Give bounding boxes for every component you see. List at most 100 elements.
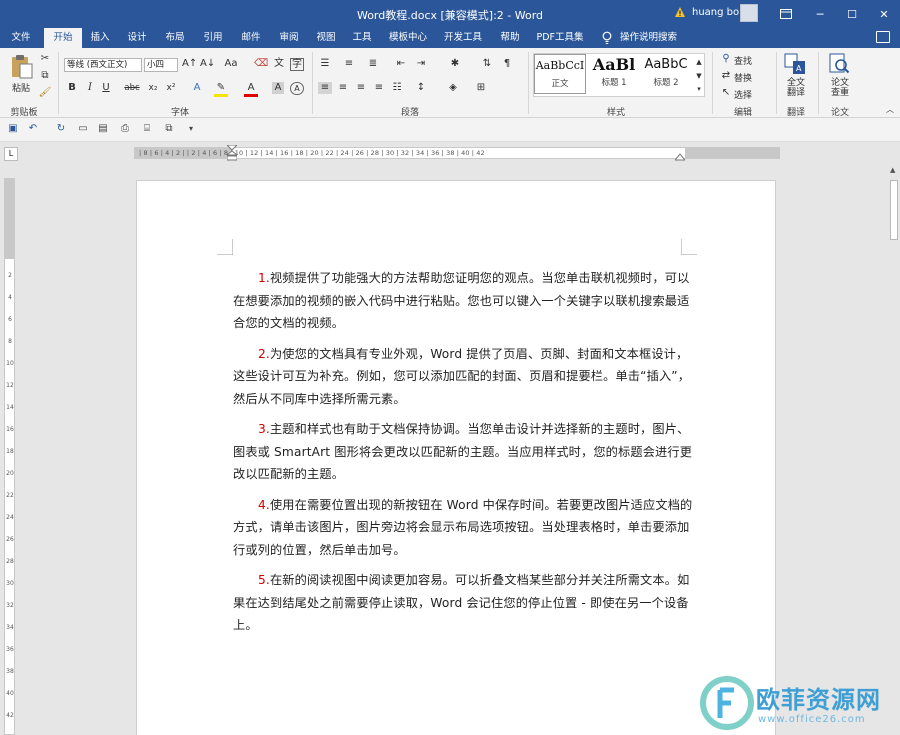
print-preview-icon[interactable]: ⎙ bbox=[118, 122, 132, 136]
multilevel-list-icon[interactable]: ≣ bbox=[366, 58, 380, 70]
strikethrough-button[interactable]: abc bbox=[122, 82, 142, 94]
increase-indent-icon[interactable]: ⇥ bbox=[414, 58, 428, 70]
translate-button[interactable]: 全文 翻译 bbox=[784, 78, 808, 98]
superscript-button[interactable]: x² bbox=[164, 82, 178, 94]
paragraph[interactable]: 5.在新的阅读视图中阅读更加容易。可以折叠文档某些部分并关注所需文本。如果在达到… bbox=[233, 569, 693, 637]
redo-icon[interactable]: ↻ bbox=[54, 122, 68, 136]
copy-icon[interactable]: ⧉ bbox=[38, 70, 52, 82]
tab-view[interactable]: 视图 bbox=[310, 28, 342, 48]
tab-file[interactable]: 文件 bbox=[4, 28, 38, 48]
tab-help[interactable]: 帮助 bbox=[494, 28, 526, 48]
italic-button[interactable]: I bbox=[84, 82, 96, 94]
ribbon-display-options-button[interactable] bbox=[772, 0, 800, 28]
font-color-button[interactable]: A bbox=[244, 82, 258, 97]
right-indent-marker-icon[interactable] bbox=[675, 153, 685, 161]
vertical-scrollbar[interactable]: ▲ bbox=[888, 164, 900, 735]
select-button[interactable]: 选择 bbox=[734, 88, 752, 101]
close-button[interactable]: ✕ bbox=[870, 0, 898, 28]
print-layout-icon[interactable]: ▤ bbox=[96, 122, 110, 136]
paragraph[interactable]: 4.使用在需要位置出现的新按钮在 Word 中保存时间。若要更改图片适应文档的方… bbox=[233, 494, 693, 562]
maximize-button[interactable]: ☐ bbox=[838, 0, 866, 28]
tab-insert[interactable]: 插入 bbox=[84, 28, 116, 48]
show-marks-icon[interactable]: ¶ bbox=[500, 58, 514, 70]
shading-icon[interactable]: ◈ bbox=[446, 82, 460, 94]
tab-mailings[interactable]: 邮件 bbox=[234, 28, 268, 48]
subscript-button[interactable]: x₂ bbox=[146, 82, 160, 94]
underline-button[interactable]: U bbox=[100, 82, 112, 94]
format-painter-icon[interactable]: 🖌 bbox=[38, 87, 52, 99]
tab-tools[interactable]: 工具 bbox=[346, 28, 378, 48]
tab-design[interactable]: 设计 bbox=[120, 28, 154, 48]
tab-pdf-tools[interactable]: PDF工具集 bbox=[532, 28, 588, 48]
email-icon[interactable]: ⧉ bbox=[162, 122, 176, 136]
user-name[interactable]: huang bo bbox=[692, 7, 739, 18]
cut-icon[interactable]: ✂ bbox=[38, 53, 52, 65]
paragraph[interactable]: 2.为使您的文档具有专业外观，Word 提供了页眉、页脚、封面和文本框设计，这些… bbox=[233, 343, 693, 411]
tab-selector[interactable]: L bbox=[4, 147, 18, 161]
align-left-icon[interactable]: ≡ bbox=[318, 82, 332, 94]
paste-button[interactable]: 粘贴 bbox=[12, 81, 30, 94]
collapse-ribbon-icon[interactable]: ︿ bbox=[884, 104, 896, 116]
bold-button[interactable]: B bbox=[66, 82, 78, 94]
quick-print-icon[interactable]: ⌸ bbox=[140, 122, 154, 136]
decrease-indent-icon[interactable]: ⇤ bbox=[394, 58, 408, 70]
document-body[interactable]: 1.视频提供了功能强大的方法帮助您证明您的观点。当您单击联机视频时，可以在想要添… bbox=[233, 267, 693, 645]
line-spacing-icon[interactable]: ↕ bbox=[414, 82, 428, 94]
align-right-icon[interactable]: ≡ bbox=[354, 82, 368, 94]
grow-font-button[interactable]: A↑ bbox=[182, 58, 197, 70]
font-size-select[interactable]: 小四 bbox=[144, 58, 178, 72]
sort-icon[interactable]: ⇅ bbox=[480, 58, 494, 70]
comments-button[interactable] bbox=[876, 31, 890, 43]
paper-check-button[interactable]: 论文 查重 bbox=[828, 78, 852, 98]
text-effects-icon[interactable]: A bbox=[190, 82, 204, 94]
paragraph[interactable]: 1.视频提供了功能强大的方法帮助您证明您的观点。当您单击联机视频时，可以在想要添… bbox=[233, 267, 693, 335]
styles-more-icon[interactable]: ▾ bbox=[694, 83, 704, 95]
shrink-font-button[interactable]: A↓ bbox=[200, 58, 215, 70]
phonetic-guide-button[interactable]: 文 bbox=[272, 58, 286, 70]
paper-check-icon[interactable] bbox=[828, 53, 850, 75]
font-name-select[interactable]: 等线 (西文正文) bbox=[64, 58, 142, 72]
undo-icon[interactable]: ↶ bbox=[26, 122, 40, 136]
tell-me-search[interactable]: 操作说明搜索 bbox=[620, 28, 677, 48]
distributed-icon[interactable]: ☷ bbox=[390, 82, 404, 94]
paste-icon[interactable] bbox=[10, 54, 34, 80]
bullets-icon[interactable]: ☰ bbox=[318, 58, 332, 70]
warning-icon[interactable] bbox=[674, 6, 686, 18]
tab-review[interactable]: 审阅 bbox=[272, 28, 306, 48]
tab-layout[interactable]: 布局 bbox=[158, 28, 192, 48]
tab-developer[interactable]: 开发工具 bbox=[438, 28, 488, 48]
clear-format-icon[interactable]: ⌫ bbox=[254, 58, 268, 70]
translate-icon[interactable]: A bbox=[784, 53, 806, 75]
scrollbar-thumb[interactable] bbox=[890, 180, 898, 240]
styles-scroll-down-icon[interactable]: ▼ bbox=[694, 70, 704, 82]
borders-icon[interactable]: ⊞ bbox=[474, 82, 488, 94]
enclose-char-button[interactable]: 字 bbox=[290, 58, 304, 71]
justify-icon[interactable]: ≡ bbox=[372, 82, 386, 94]
first-line-indent-marker-icon[interactable] bbox=[227, 145, 237, 161]
customize-qat-icon[interactable]: ▾ bbox=[184, 122, 198, 136]
tab-template-center[interactable]: 模板中心 bbox=[384, 28, 432, 48]
read-mode-icon[interactable]: ▭ bbox=[76, 122, 90, 136]
tab-references[interactable]: 引用 bbox=[196, 28, 230, 48]
style-heading-2[interactable]: AaBbC 标题 2 bbox=[640, 54, 692, 94]
horizontal-ruler[interactable]: | 8 | 6 | 4 | 2 | | 2 | 4 | 6 | 8 | 10 |… bbox=[134, 145, 780, 161]
save-icon[interactable]: ▣ bbox=[6, 122, 20, 136]
tab-home[interactable]: 开始 bbox=[44, 28, 82, 48]
paragraph[interactable]: 3.主题和样式也有助于文档保持协调。当您单击设计并选择新的主题时，图片、图表或 … bbox=[233, 418, 693, 486]
align-center-icon[interactable]: ≡ bbox=[336, 82, 350, 94]
styles-scroll-up-icon[interactable]: ▲ bbox=[694, 56, 704, 68]
style-normal[interactable]: AaBbCcI 正文 bbox=[534, 54, 586, 94]
vertical-ruler[interactable]: 2 4 6 8 10 12 14 16 18 20 22 24 26 28 30 32 34 36 38 40 42 bbox=[4, 178, 15, 735]
find-button[interactable]: 查找 bbox=[734, 54, 752, 67]
avatar[interactable] bbox=[740, 4, 758, 22]
chinese-layout-icon[interactable]: ✱ bbox=[448, 58, 462, 70]
numbering-icon[interactable]: ≡ bbox=[342, 58, 356, 70]
highlight-icon[interactable]: ✎ bbox=[214, 82, 228, 97]
document-page[interactable]: 1.视频提供了功能强大的方法帮助您证明您的观点。当您单击联机视频时，可以在想要添… bbox=[136, 180, 776, 735]
replace-button[interactable]: 替换 bbox=[734, 71, 752, 84]
enclose-circle-icon[interactable]: A bbox=[290, 82, 304, 95]
scroll-up-icon[interactable]: ▲ bbox=[890, 166, 895, 174]
change-case-button[interactable]: Aa bbox=[224, 58, 238, 70]
minimize-button[interactable]: ─ bbox=[806, 0, 834, 28]
char-shading-button[interactable]: A bbox=[272, 82, 284, 94]
